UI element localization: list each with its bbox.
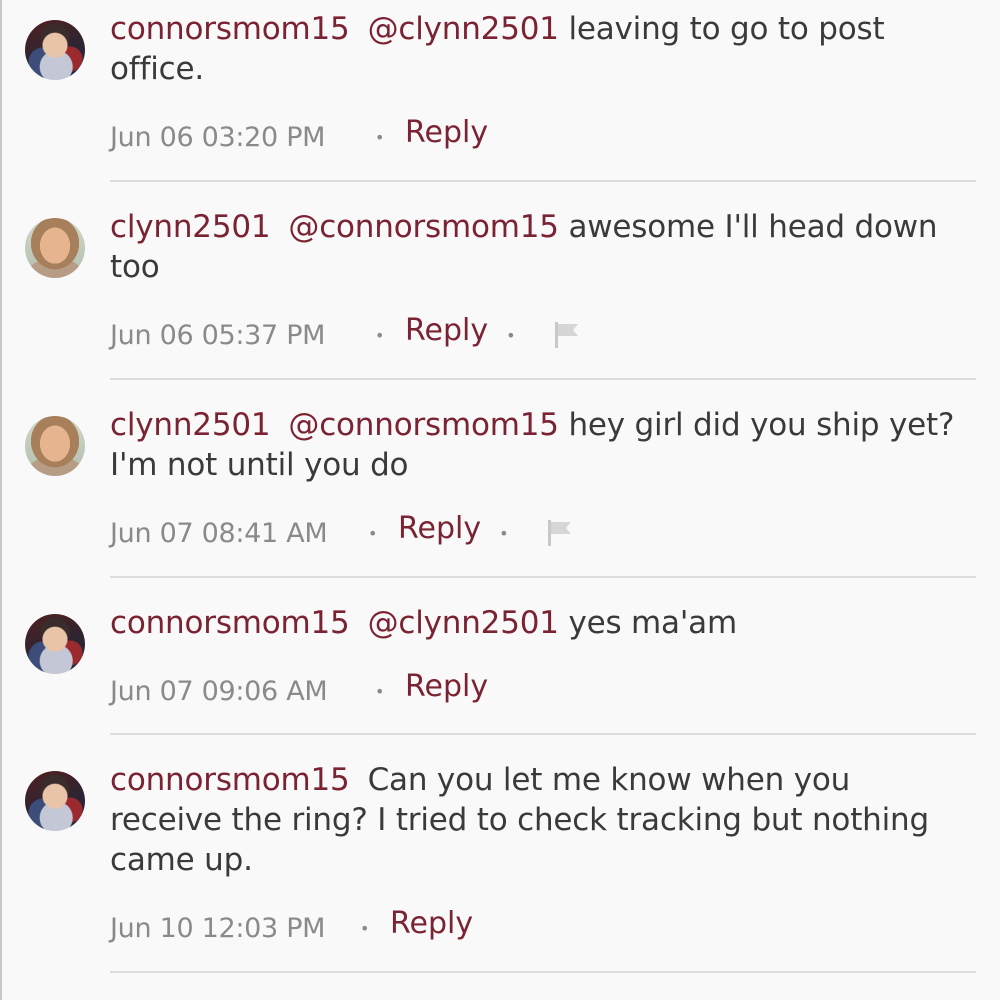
- comment-username[interactable]: connorsmom15: [110, 11, 350, 47]
- reply-button[interactable]: Reply: [405, 669, 488, 704]
- comment-mention[interactable]: @clynn2501: [368, 605, 559, 641]
- comment-meta: Jun 07 08:41 AM • Reply •: [110, 511, 575, 553]
- comment-mention[interactable]: @connorsmom15: [288, 209, 559, 245]
- comment-body: yes ma'am: [568, 605, 737, 641]
- reply-button[interactable]: Reply: [405, 115, 488, 150]
- comment-mention[interactable]: @connorsmom15: [288, 407, 559, 443]
- avatar[interactable]: [25, 416, 85, 476]
- left-edge-border: [0, 0, 2, 1000]
- avatar[interactable]: [25, 614, 85, 674]
- comment-timestamp: Jun 10 12:03 PM: [110, 912, 326, 944]
- comment-text: clynn2501 @connorsmom15 hey girl did you …: [110, 405, 970, 485]
- comment-divider: [110, 733, 976, 735]
- reply-button[interactable]: Reply: [405, 313, 488, 348]
- avatar[interactable]: [25, 218, 85, 278]
- bullet-separator: •: [499, 523, 509, 543]
- comment-mention[interactable]: @clynn2501: [368, 11, 559, 47]
- bullet-separator: •: [375, 681, 385, 701]
- avatar[interactable]: [25, 20, 85, 80]
- comment-meta: Jun 07 09:06 AM • Reply: [110, 669, 506, 711]
- comment-divider: [110, 378, 976, 380]
- comment-text: connorsmom15 @clynn2501 yes ma'am: [110, 603, 970, 643]
- comment-divider: [110, 180, 976, 182]
- flag-icon[interactable]: [545, 518, 575, 548]
- comment-timestamp: Jun 06 03:20 PM: [110, 121, 326, 153]
- bullet-separator: •: [360, 918, 370, 938]
- comment-meta: Jun 06 05:37 PM • Reply •: [110, 313, 582, 355]
- comment-username[interactable]: connorsmom15: [110, 762, 350, 798]
- comment-timestamp: Jun 07 09:06 AM: [110, 675, 328, 707]
- comment-timestamp: Jun 06 05:37 PM: [110, 319, 326, 351]
- comment-text: clynn2501 @connorsmom15 awesome I'll head…: [110, 207, 970, 287]
- comment-text: connorsmom15 @clynn2501 leaving to go to …: [110, 9, 970, 89]
- reply-button[interactable]: Reply: [398, 511, 481, 546]
- comment-username[interactable]: connorsmom15: [110, 605, 350, 641]
- reply-button[interactable]: Reply: [390, 906, 473, 941]
- comment-meta: Jun 10 12:03 PM • Reply: [110, 906, 491, 948]
- comment-divider: [110, 971, 976, 973]
- bullet-separator: •: [506, 325, 516, 345]
- comment-divider: [110, 576, 976, 578]
- comment-meta: Jun 06 03:20 PM • Reply: [110, 115, 506, 157]
- comment-text: connorsmom15 Can you let me know when you…: [110, 760, 970, 880]
- flag-icon[interactable]: [552, 320, 582, 350]
- comment-username[interactable]: clynn2501: [110, 407, 271, 443]
- bullet-separator: •: [368, 523, 378, 543]
- avatar[interactable]: [25, 771, 85, 831]
- bullet-separator: •: [375, 325, 385, 345]
- comment-username[interactable]: clynn2501: [110, 209, 271, 245]
- bullet-separator: •: [375, 127, 385, 147]
- comment-timestamp: Jun 07 08:41 AM: [110, 517, 328, 549]
